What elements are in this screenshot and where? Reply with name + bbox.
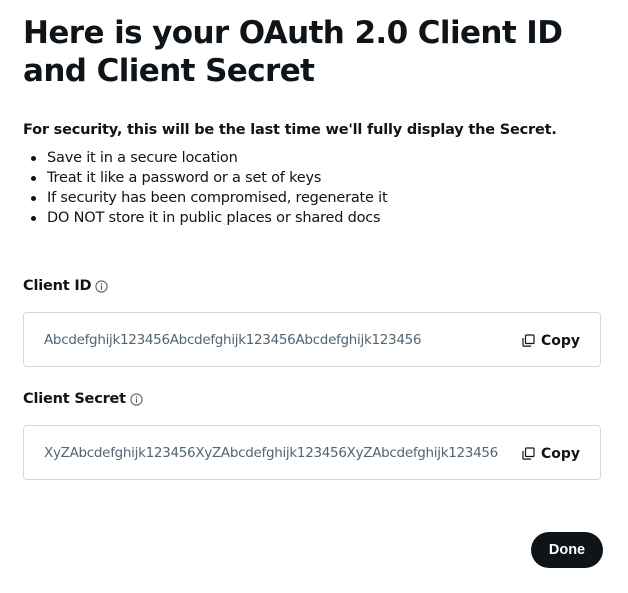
list-item: Save it in a secure location [31,148,388,168]
client-secret-field: XyZAbcdefghijk123456XyZAbcdefghijk123456… [23,425,601,480]
list-item: If security has been compromised, regene… [31,190,388,206]
copy-label: Copy [540,332,580,349]
dialog-title: Here is your OAuth 2.0 Client ID and Cli… [23,15,563,89]
client-id-field: Abcdefghijk123456Abcdefghijk123456Abcdef… [23,312,601,367]
security-tips-list: Save it in a secure location Treat it li… [23,148,388,228]
list-item: Treat it like a password or a set of key… [31,168,388,188]
done-button[interactable]: Done [531,532,603,568]
security-note: For security, this will be the last time… [23,122,557,138]
copy-icon [522,334,535,347]
copy-icon [522,447,535,460]
list-item: DO NOT store it in public places or shar… [31,208,388,228]
client-secret-value: XyZAbcdefghijk123456XyZAbcdefghijk123456… [44,445,498,461]
copy-label: Copy [540,445,580,462]
client-secret-label: Client Secret [23,391,126,407]
info-icon[interactable] [95,279,109,293]
client-id-label: Client ID [23,278,92,294]
copy-client-secret-button[interactable]: Copy [522,426,580,481]
copy-client-id-button[interactable]: Copy [522,313,580,368]
client-secret-label-row: Client Secret [23,389,143,409]
info-icon[interactable] [130,392,143,406]
client-id-label-row: Client ID [23,276,109,296]
client-id-value: Abcdefghijk123456Abcdefghijk123456Abcdef… [44,332,422,348]
